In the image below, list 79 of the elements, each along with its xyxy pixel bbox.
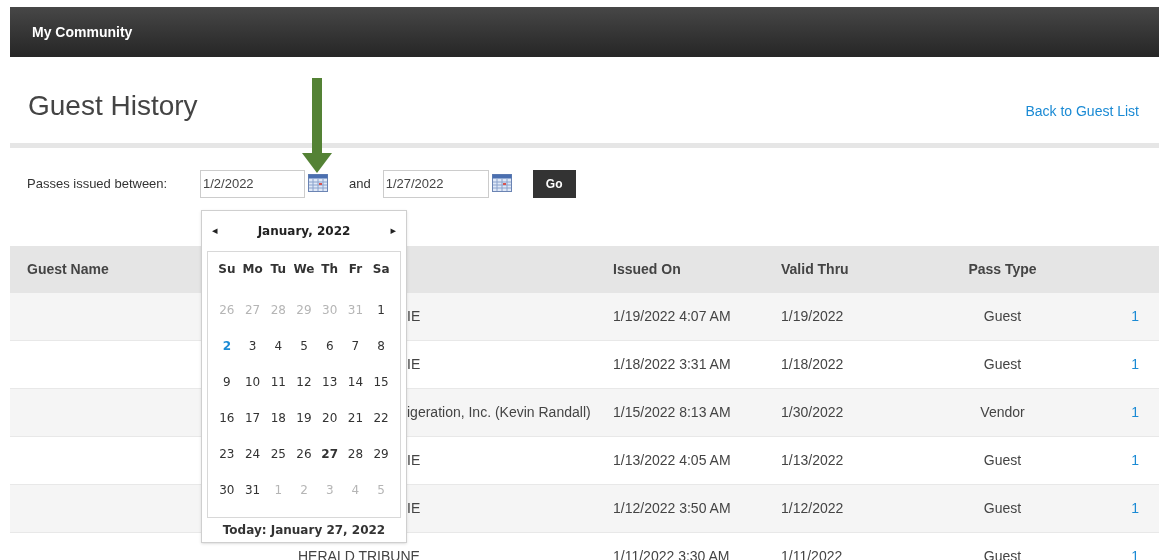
calendar-day[interactable]: 2 (214, 336, 240, 355)
weekday-label: Tu (269, 260, 287, 278)
table-cell: 1/13/2022 4:05 AM (613, 452, 731, 468)
filter-label: Passes issued between: (27, 174, 169, 193)
column-header: Guest Name (26, 260, 110, 279)
table-cell: 1/18/2022 3:31 AM (613, 356, 731, 372)
count-link[interactable]: 1 (1131, 452, 1139, 468)
calendar-day[interactable]: 28 (342, 444, 369, 463)
calendar-day[interactable]: 7 (342, 336, 369, 355)
arrow-icon (302, 78, 332, 173)
calendar-day[interactable]: 4 (265, 336, 292, 355)
go-button[interactable]: Go (532, 169, 576, 198)
table-cell: 1/30/2022 (781, 404, 844, 420)
weekday-label: Su (217, 260, 237, 278)
calendar-day[interactable]: 27 (316, 444, 343, 463)
table-cell: 1/12/2022 3:50 AM (613, 500, 731, 516)
end-date-field[interactable]: 1/27/2022 (382, 169, 489, 198)
previous-month-button[interactable]: ◂ (212, 222, 218, 240)
back-to-list-link[interactable]: Back to Guest List (1025, 101, 1139, 122)
table-cell: 1/12/2022 (781, 500, 844, 516)
calendar-day[interactable]: 11 (265, 372, 292, 391)
table-cell: IE (407, 500, 421, 516)
calendar-day[interactable]: 19 (291, 408, 317, 427)
and-label: and (349, 174, 371, 193)
calendar-day[interactable]: 15 (368, 372, 394, 391)
weekday-label: Th (320, 260, 340, 278)
table-cell: Guest (983, 452, 1022, 468)
today-link[interactable]: Today: January 27, 2022 (222, 521, 386, 540)
table-cell: Guest (983, 308, 1022, 324)
start-date-field[interactable]: 1/2/2022 (200, 169, 305, 198)
page-title: Guest History (27, 92, 198, 120)
column-header: Issued On (612, 260, 682, 279)
calendar-day[interactable]: 26 (291, 444, 317, 463)
weekday-label: Sa (371, 260, 391, 278)
calendar-icon[interactable] (308, 173, 328, 192)
table-cell: Guest (983, 500, 1022, 516)
month-title: January, 2022 (257, 222, 351, 240)
table-cell: igeration, Inc. (Kevin Randall) (407, 404, 591, 420)
calendar-day[interactable]: 6 (316, 336, 343, 355)
calendar-day[interactable]: 5 (291, 336, 317, 355)
calendar-day[interactable]: 1 (368, 300, 394, 319)
calendar-day[interactable]: 10 (239, 372, 266, 391)
calendar-day[interactable]: 30 (214, 480, 240, 499)
table-cell: 1/15/2022 8:13 AM (613, 404, 731, 420)
next-month-button[interactable]: ▸ (390, 222, 396, 240)
table-cell: IE (407, 308, 421, 324)
table-cell: 1/18/2022 (781, 356, 844, 372)
column-header: Valid Thru (780, 260, 850, 279)
calendar-day[interactable]: 29 (368, 444, 394, 463)
calendar-day[interactable]: 18 (265, 408, 292, 427)
table-cell: Vendor (980, 404, 1025, 420)
calendar-day[interactable]: 12 (291, 372, 317, 391)
table-cell: IE (407, 452, 421, 468)
community-title[interactable]: My Community (32, 21, 133, 43)
count-link[interactable]: 1 (1131, 356, 1139, 372)
table-cell: Guest (983, 356, 1022, 372)
calendar-day[interactable]: 17 (239, 408, 266, 427)
table-cell: 1/19/2022 4:07 AM (613, 308, 731, 324)
calendar-day[interactable]: 14 (342, 372, 369, 391)
calendar-icon[interactable] (491, 173, 512, 192)
calendar-day[interactable]: 31 (239, 480, 266, 499)
calendar-day[interactable]: 22 (368, 408, 394, 427)
calendar-day[interactable]: 20 (316, 408, 343, 427)
calendar-day[interactable]: 9 (214, 372, 240, 391)
column-header: Pass Type (967, 260, 1038, 279)
calendar-day[interactable]: 16 (214, 408, 240, 427)
calendar-day[interactable]: 23 (214, 444, 240, 463)
weekday-label: Mo (241, 260, 264, 278)
calendar-day[interactable]: 8 (368, 336, 394, 355)
table-cell: 1/19/2022 (781, 308, 844, 324)
calendar-day[interactable]: 24 (239, 444, 266, 463)
table-cell: IE (407, 356, 421, 372)
weekday-label: Fr (347, 260, 364, 278)
calendar-day[interactable]: 13 (316, 372, 343, 391)
calendar-day[interactable]: 25 (265, 444, 292, 463)
weekday-label: We (292, 260, 316, 278)
calendar-day[interactable]: 21 (342, 408, 369, 427)
calendar-day[interactable]: 3 (239, 336, 266, 355)
table-cell: 1/13/2022 (781, 452, 844, 468)
